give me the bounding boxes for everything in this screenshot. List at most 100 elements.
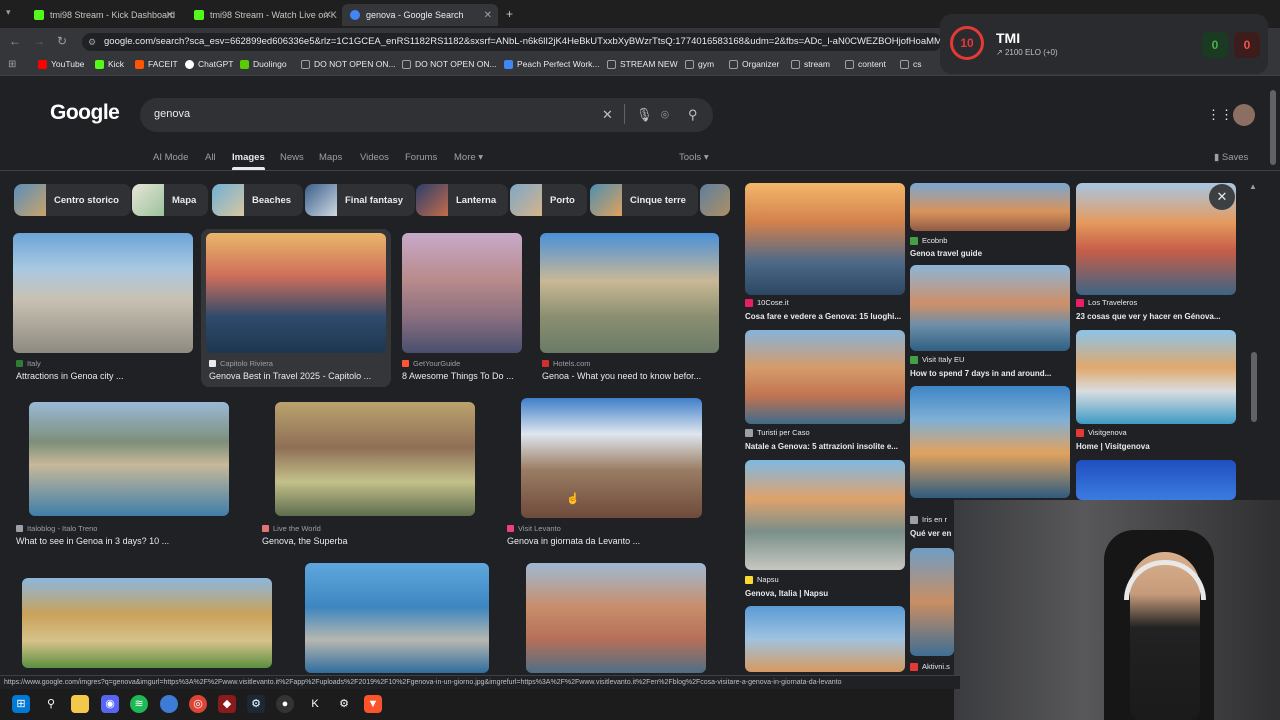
tab-more[interactable]: More ▾ — [454, 152, 483, 163]
panel-image[interactable] — [745, 330, 905, 424]
tab-google-search[interactable]: genova - Google Search ✕ — [342, 4, 498, 26]
forward-icon[interactable]: → — [33, 34, 45, 48]
back-icon[interactable]: ← — [9, 34, 21, 48]
close-icon[interactable]: ✕ — [166, 10, 174, 21]
tab-list-icon[interactable]: ▾ — [6, 7, 11, 18]
bookmark-youtube[interactable]: YouTube — [38, 59, 84, 69]
shield-icon[interactable]: ◆ — [218, 695, 236, 713]
chip-porto[interactable]: Porto — [510, 184, 587, 216]
microphone-icon[interactable]: 🎙 — [636, 107, 653, 123]
close-icon[interactable]: ✕ — [324, 10, 332, 21]
panel-image[interactable] — [745, 606, 905, 672]
tab-maps[interactable]: Maps — [319, 152, 342, 163]
kick-app-icon[interactable]: K — [306, 695, 324, 713]
chip-cinque-terre[interactable]: Cinque terre — [590, 184, 698, 216]
result-image[interactable] — [521, 398, 702, 518]
panel-image[interactable] — [910, 386, 1070, 498]
panel-title[interactable]: Home | Visitgenova — [1076, 442, 1236, 451]
panel-image[interactable] — [1076, 330, 1236, 424]
brave-icon[interactable]: ▼ — [364, 695, 382, 713]
apps-grid-icon[interactable]: ⋮⋮ — [1207, 107, 1233, 123]
chrome-icon[interactable]: ◎ — [189, 695, 207, 713]
bookmark-folder[interactable]: Organizer — [729, 59, 779, 69]
panel-image[interactable] — [745, 460, 905, 570]
spotify-icon[interactable]: ≋ — [130, 695, 148, 713]
close-icon[interactable]: ✕ — [484, 10, 492, 21]
result-title[interactable]: Genova, the Superba — [262, 536, 482, 546]
result-image[interactable] — [206, 233, 386, 353]
panel-title[interactable]: Cosa fare e vedere a Genova: 15 luoghi..… — [745, 312, 905, 321]
tab-videos[interactable]: Videos — [360, 152, 389, 163]
bookmark-folder[interactable]: stream — [791, 59, 830, 69]
tools-button[interactable]: Tools ▾ — [679, 152, 709, 163]
avatar[interactable] — [1233, 104, 1255, 126]
discord-icon[interactable]: ◉ — [101, 695, 119, 713]
steam-icon[interactable]: ⚙ — [247, 695, 265, 713]
panel-scroll-up-icon[interactable]: ▲ — [1249, 182, 1257, 191]
address-bar[interactable]: google.com/search?sca_esv=662899ed606336… — [82, 33, 942, 51]
search-icon[interactable]: ⚲ — [42, 695, 60, 713]
camera-icon[interactable]: ⌾ — [661, 107, 669, 123]
result-title[interactable]: Genova in giornata da Levanto ... — [507, 536, 717, 546]
file-explorer-icon[interactable] — [71, 695, 89, 713]
new-tab-button[interactable]: + — [506, 7, 513, 21]
result-image[interactable] — [402, 233, 522, 353]
result-title[interactable]: Genoa - What you need to know befor... — [542, 371, 722, 381]
bookmark-peach[interactable]: Peach Perfect Work... — [504, 59, 600, 69]
result-title[interactable]: Attractions in Genoa city ... — [16, 371, 196, 381]
bookmark-folder[interactable]: STREAM NEW — [607, 59, 678, 69]
windows-start-icon[interactable]: ⊞ — [12, 695, 30, 713]
settings-icon[interactable]: ⚙ — [335, 695, 353, 713]
panel-title[interactable]: Genova, Italia | Napsu — [745, 589, 905, 598]
result-title[interactable]: 8 Awesome Things To Do ... — [402, 371, 530, 381]
tab-all[interactable]: All — [205, 152, 216, 163]
result-title[interactable]: What to see in Genoa in 3 days? 10 ... — [16, 536, 236, 546]
panel-image[interactable] — [910, 265, 1070, 351]
tab-kick-live[interactable]: tmi98 Stream - Watch Live on K ✕ — [186, 4, 338, 26]
chip-mapa[interactable]: Mapa — [132, 184, 209, 216]
obs-icon[interactable]: ● — [276, 695, 294, 713]
result-title[interactable]: Genova Best in Travel 2025 - Capitolo ..… — [209, 371, 387, 381]
search-box[interactable]: genova — [140, 98, 713, 132]
result-image[interactable] — [13, 233, 193, 353]
app-icon[interactable] — [160, 695, 178, 713]
panel-image[interactable] — [910, 183, 1070, 231]
panel-title[interactable]: Qué ver en — [910, 529, 954, 538]
bookmark-folder[interactable]: cs — [900, 59, 922, 69]
tab-news[interactable]: News — [280, 152, 304, 163]
bookmark-faceit[interactable]: FACEIT — [135, 59, 178, 69]
chip-final-fantasy[interactable]: Final fantasy — [305, 184, 416, 216]
result-image[interactable] — [22, 578, 272, 668]
tab-forums[interactable]: Forums — [405, 152, 437, 163]
chip-more[interactable] — [700, 184, 730, 216]
chip-beaches[interactable]: Beaches — [212, 184, 304, 216]
bookmark-folder[interactable]: DO NOT OPEN ON... — [402, 59, 497, 69]
result-image[interactable] — [305, 563, 489, 673]
bookmark-duolingo[interactable]: Duolingo — [240, 59, 287, 69]
saves-button[interactable]: ▮ Saves — [1214, 152, 1248, 163]
result-image[interactable] — [29, 402, 229, 516]
tab-images[interactable]: Images — [232, 152, 265, 163]
search-input[interactable]: genova — [154, 108, 190, 120]
panel-title[interactable]: Natale a Genova: 5 attrazioni insolite e… — [745, 442, 905, 451]
panel-title[interactable]: Genoa travel guide — [910, 249, 1070, 258]
bookmark-folder[interactable]: DO NOT OPEN ON... — [301, 59, 396, 69]
panel-image[interactable] — [1076, 460, 1236, 500]
reload-icon[interactable]: ↻ — [57, 34, 67, 48]
site-info-icon[interactable]: ⚙ — [88, 37, 96, 48]
panel-scrollbar[interactable] — [1251, 352, 1257, 422]
panel-title[interactable]: 23 cosas que ver y hacer en Génova... — [1076, 312, 1236, 321]
result-image[interactable] — [275, 402, 475, 516]
tab-kick-dashboard[interactable]: tmi98 Stream - Kick Dashboard ✕ — [26, 4, 180, 26]
panel-image[interactable] — [745, 183, 905, 295]
result-image[interactable] — [540, 233, 719, 353]
panel-image[interactable] — [910, 548, 954, 656]
panel-title[interactable]: How to spend 7 days in and around... — [910, 369, 1070, 378]
google-logo[interactable]: Google — [50, 101, 120, 125]
bookmark-chatgpt[interactable]: ChatGPT — [185, 59, 233, 69]
chip-centro-storico[interactable]: Centro storico — [14, 184, 131, 216]
page-scrollbar[interactable] — [1270, 90, 1276, 165]
close-panel-button[interactable]: ✕ — [1209, 184, 1235, 210]
result-image[interactable] — [526, 563, 706, 673]
tab-ai-mode[interactable]: AI Mode — [153, 152, 188, 163]
